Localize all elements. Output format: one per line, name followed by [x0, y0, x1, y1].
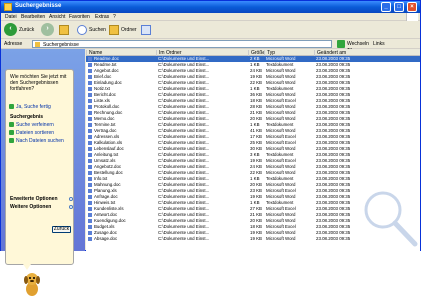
maximize-button[interactable]: □ [394, 2, 404, 12]
green-arrow-icon [9, 138, 14, 144]
toolbar: ‹ Zurück › Suchen Ordner [1, 21, 420, 39]
file-icon [88, 57, 92, 61]
go-button[interactable]: Wechseln zu [337, 40, 369, 53]
search-dog-icon[interactable] [23, 271, 41, 297]
file-icon [88, 75, 92, 79]
file-icon [88, 165, 92, 169]
file-icon [88, 231, 92, 235]
address-label: Adresse [4, 41, 23, 47]
option-search-files[interactable]: Nach Dateien suchen [9, 138, 64, 144]
file-icon [88, 105, 92, 109]
file-icon [88, 177, 92, 181]
file-icon [88, 63, 92, 67]
assistant-prompt: Wie möchten Sie jetzt mit den Suchergebn… [10, 74, 67, 92]
address-bar: Adresse Suchergebnisse Wechseln zu Links [1, 39, 420, 53]
file-icon [88, 135, 92, 139]
file-icon [88, 159, 92, 163]
search-folder-icon [4, 3, 12, 11]
cell-size: 19 KB [250, 236, 262, 241]
file-icon [88, 99, 92, 103]
menu-file[interactable]: Datei [5, 14, 17, 20]
menu-bar: Datei Bearbeiten Ansicht Favoriten Extra… [1, 13, 420, 21]
search-companion-pane: Wie möchten Sie jetzt mit den Suchergebn… [1, 49, 85, 296]
file-icon [88, 81, 92, 85]
file-icon [88, 93, 92, 97]
green-arrow-icon [9, 122, 14, 128]
windows-logo-icon [406, 13, 418, 21]
menu-tools[interactable]: Extras [95, 14, 109, 20]
window-title: Suchergebnisse [15, 3, 62, 9]
links-label[interactable]: Links [373, 41, 385, 47]
folder-up-icon[interactable] [59, 25, 69, 35]
back-label[interactable]: Zurück [19, 27, 34, 33]
forward-arrow-icon[interactable]: › [41, 23, 54, 36]
back-arrow-icon[interactable]: ‹ [4, 23, 17, 36]
cell-folder: C:\Dokumente und Einst... [158, 236, 210, 241]
file-icon [88, 195, 92, 199]
column-header: Name Im Ordner Größe Typ Geändert am [86, 49, 420, 56]
folders-icon[interactable] [109, 25, 119, 35]
radio-more[interactable] [69, 205, 73, 209]
menu-help[interactable]: ? [113, 14, 116, 20]
search-icon[interactable] [77, 25, 87, 35]
section-advanced: Erweiterte Optionen [10, 196, 58, 202]
file-icon [88, 213, 92, 217]
close-button[interactable]: × [407, 2, 417, 12]
bubble-tail [23, 264, 31, 270]
file-icon [88, 123, 92, 127]
folders-label[interactable]: Ordner [121, 27, 137, 33]
title-bar[interactable]: Suchergebnisse _ □ × [1, 1, 420, 13]
option-refine[interactable]: Suche verfeinern [9, 122, 54, 128]
section-more: Weitere Optionen [10, 204, 52, 210]
file-icon [88, 147, 92, 151]
green-arrow-icon [9, 104, 14, 110]
file-icon [88, 153, 92, 157]
search-label[interactable]: Suchen [89, 27, 106, 33]
file-icon [88, 225, 92, 229]
file-icon [88, 237, 92, 241]
back-button[interactable]: Zurück [52, 226, 71, 233]
views-icon[interactable] [141, 25, 151, 35]
file-icon [88, 69, 92, 73]
option-sort[interactable]: Dateien sortieren [9, 130, 54, 136]
radio-advanced[interactable] [69, 197, 73, 201]
option-done[interactable]: Ja, Suche fertig [9, 104, 51, 110]
menu-favorites[interactable]: Favoriten [69, 14, 90, 20]
magnifier-icon [364, 191, 418, 247]
file-icon [88, 219, 92, 223]
file-icon [88, 201, 92, 205]
explorer-window: Suchergebnisse _ □ × Datei Bearbeiten An… [0, 0, 421, 296]
menu-view[interactable]: Ansicht [49, 14, 65, 20]
file-icon [88, 183, 92, 187]
cell-type: Microsoft Word [266, 236, 296, 241]
minimize-button[interactable]: _ [381, 2, 391, 12]
address-input[interactable]: Suchergebnisse [32, 40, 332, 48]
search-folder-small-icon [35, 42, 40, 47]
search-assistant-bubble: Wie möchten Sie jetzt mit den Suchergebn… [5, 69, 74, 265]
address-value: Suchergebnisse [43, 42, 79, 48]
file-icon [88, 111, 92, 115]
file-icon [88, 171, 92, 175]
cell-name: Absage.doc [94, 236, 118, 241]
file-icon [88, 129, 92, 133]
file-icon [88, 189, 92, 193]
section-result: Suchergebnis [10, 114, 44, 120]
file-icon [88, 117, 92, 121]
go-arrow-icon [337, 40, 345, 48]
green-arrow-icon [9, 130, 14, 136]
file-icon [88, 87, 92, 91]
menu-edit[interactable]: Bearbeiten [21, 14, 45, 20]
file-icon [88, 207, 92, 211]
file-icon [88, 141, 92, 145]
